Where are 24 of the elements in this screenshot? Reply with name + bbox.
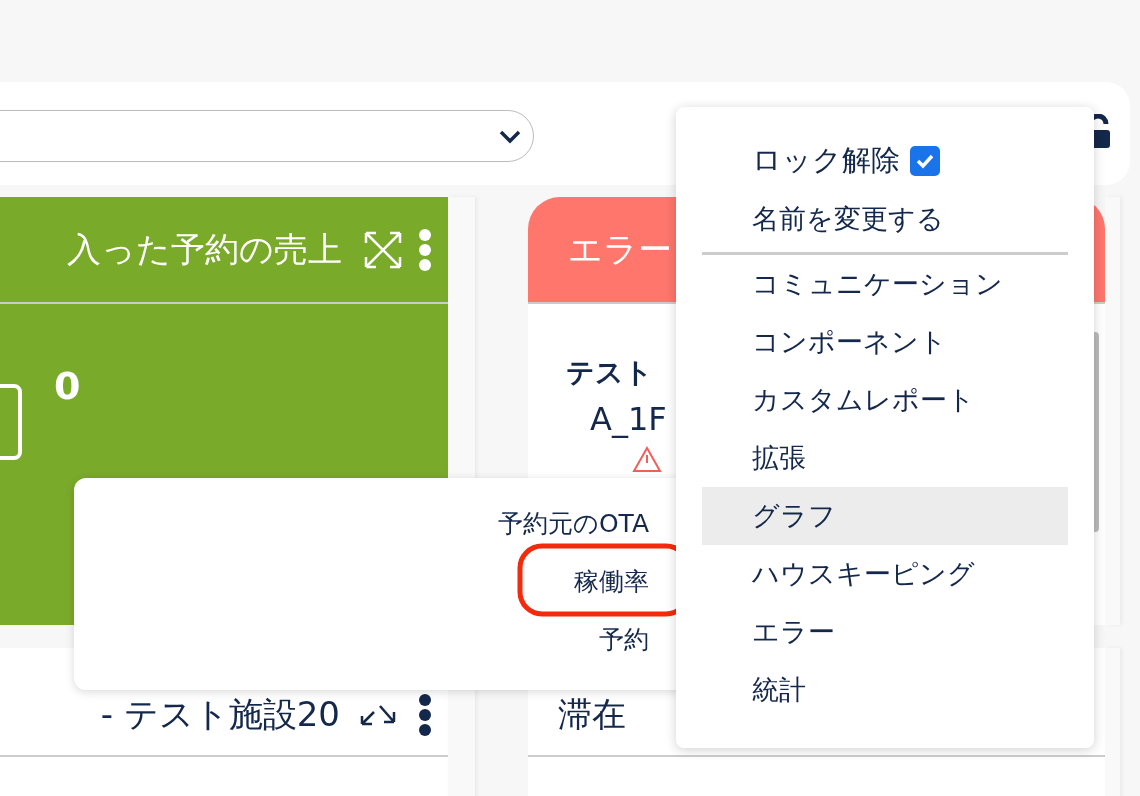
menu-label: ロック解除 bbox=[752, 142, 900, 179]
menu-item[interactable]: 統計 bbox=[702, 661, 1068, 719]
chevron-down-icon bbox=[499, 130, 521, 144]
facility-name: テスト bbox=[566, 355, 653, 391]
widget-title: 入った予約の売上 bbox=[67, 227, 342, 271]
widget-title: 滞在 bbox=[558, 692, 626, 736]
room-name: A_1F bbox=[590, 400, 667, 438]
more-icon[interactable] bbox=[418, 692, 432, 737]
menu-item[interactable]: 名前を変更する bbox=[702, 190, 1068, 248]
metric-value: 0 bbox=[54, 364, 81, 408]
menu-item[interactable]: ハウスキーピング bbox=[702, 545, 1068, 603]
menu-item[interactable]: エラー bbox=[702, 603, 1068, 661]
menu-item[interactable]: カスタムレポート bbox=[702, 371, 1068, 429]
widget-title: エラー bbox=[568, 227, 672, 271]
menu-item[interactable]: ロック解除 bbox=[702, 132, 1068, 190]
menu-item[interactable]: コンポーネント bbox=[702, 313, 1068, 371]
menu-item[interactable]: 拡張 bbox=[702, 429, 1068, 487]
menu-item[interactable]: グラフ bbox=[702, 487, 1068, 545]
widget-title: - テスト施設20 bbox=[100, 692, 340, 736]
checkbox[interactable] bbox=[910, 146, 940, 176]
warning-icon bbox=[632, 446, 662, 472]
check-icon bbox=[915, 153, 935, 169]
menu-item[interactable]: コミュニケーション bbox=[702, 255, 1068, 313]
select-field[interactable] bbox=[0, 110, 534, 162]
